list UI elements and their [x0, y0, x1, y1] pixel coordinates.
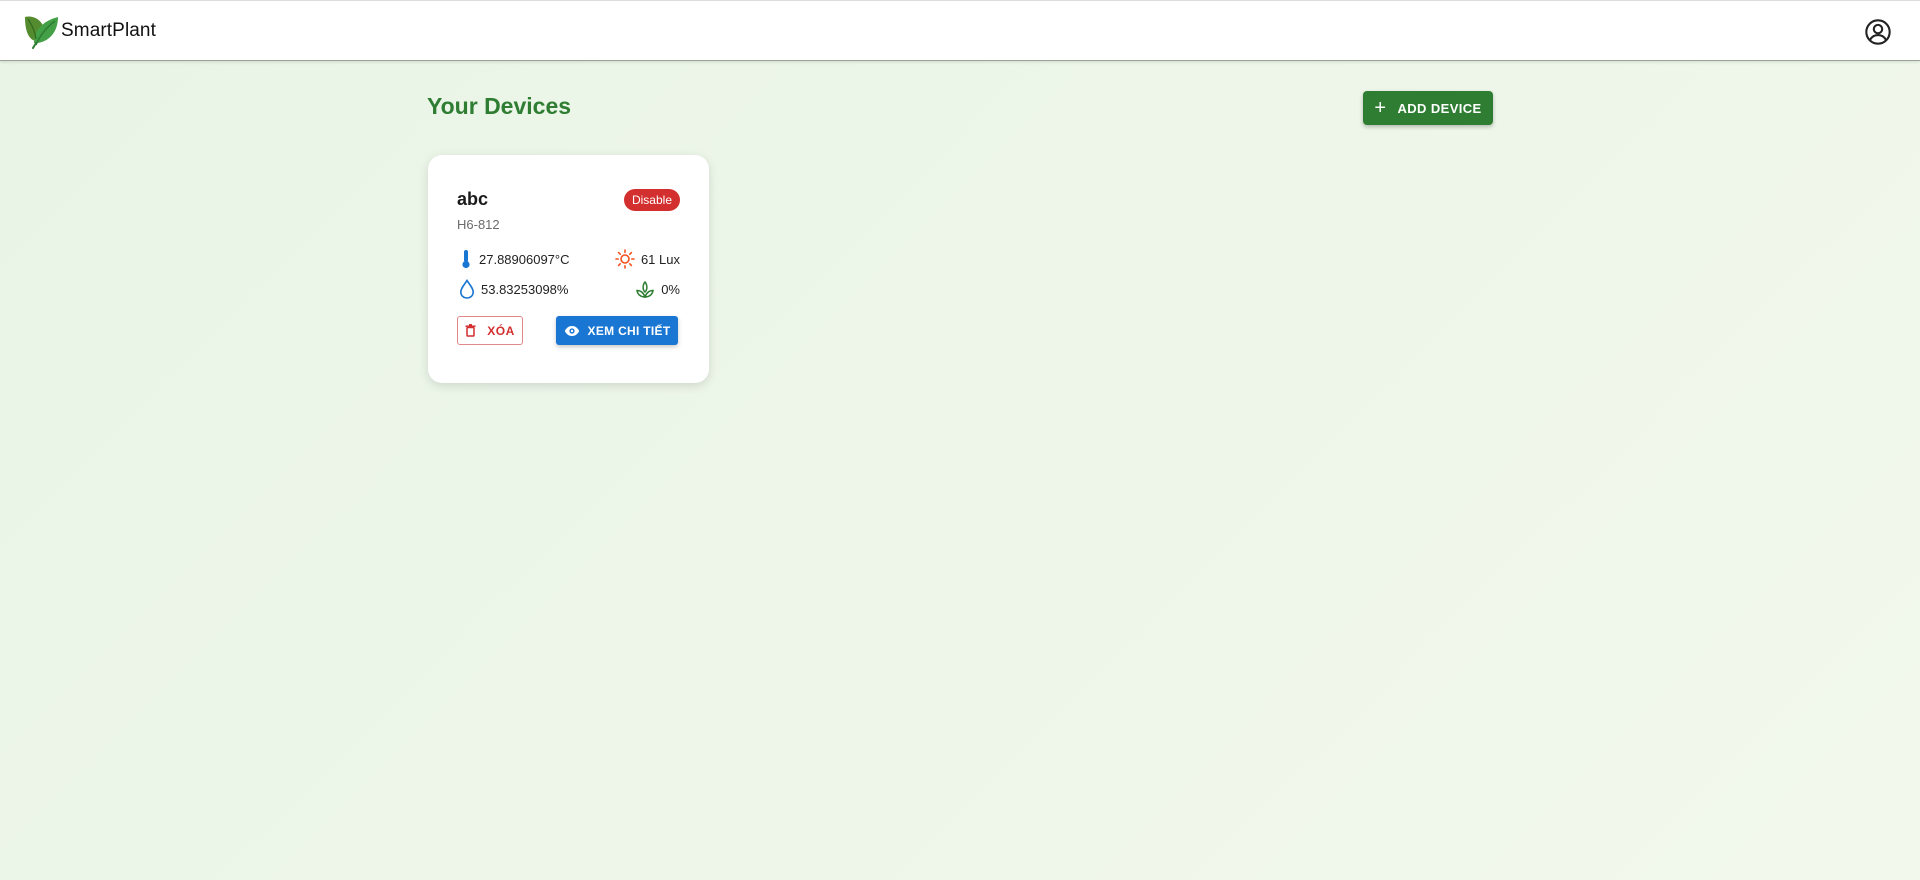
sun-icon — [615, 249, 635, 269]
temperature-metric: 27.88906097°C — [459, 249, 570, 269]
leaf-logo-icon — [25, 16, 58, 49]
device-name: abc — [457, 189, 489, 209]
account-circle-icon — [1865, 19, 1891, 45]
device-code: H6-812 — [457, 217, 500, 232]
status-badge: Disable — [623, 189, 680, 211]
add-device-label: ADD DEVICE — [1397, 100, 1482, 116]
app-bar: SmartPlant — [0, 0, 1920, 61]
thermometer-icon — [462, 250, 470, 269]
humidity-metric: 53.83253098% — [459, 279, 568, 299]
brand[interactable]: SmartPlant — [22, 13, 156, 49]
eye-icon — [564, 325, 579, 336]
light-value: 61 Lux — [640, 251, 680, 267]
soil-moisture-metric: 0% — [635, 279, 680, 299]
delete-label: XÓA — [487, 323, 515, 338]
account-button[interactable] — [1864, 18, 1892, 46]
device-card: abc Disable H6-812 27.88906097°C 61 Lux — [428, 155, 709, 383]
soil-moisture-value: 0% — [661, 281, 680, 297]
brand-name: SmartPlant — [61, 20, 156, 41]
temperature-value: 27.88906097°C — [479, 251, 570, 267]
light-metric: 61 Lux — [615, 249, 680, 269]
trash-icon — [465, 324, 476, 337]
view-details-label: XEM CHI TIẾT — [587, 323, 671, 338]
water-drop-icon — [459, 279, 475, 299]
humidity-value: 53.83253098% — [481, 281, 569, 297]
plant-sprout-icon — [636, 280, 655, 298]
delete-button[interactable]: XÓA — [457, 316, 523, 345]
page-title: Your Devices — [427, 93, 572, 119]
view-details-button[interactable]: XEM CHI TIẾT — [556, 316, 678, 345]
plus-icon: + — [1374, 97, 1387, 119]
add-device-button[interactable]: + ADD DEVICE — [1363, 91, 1493, 125]
